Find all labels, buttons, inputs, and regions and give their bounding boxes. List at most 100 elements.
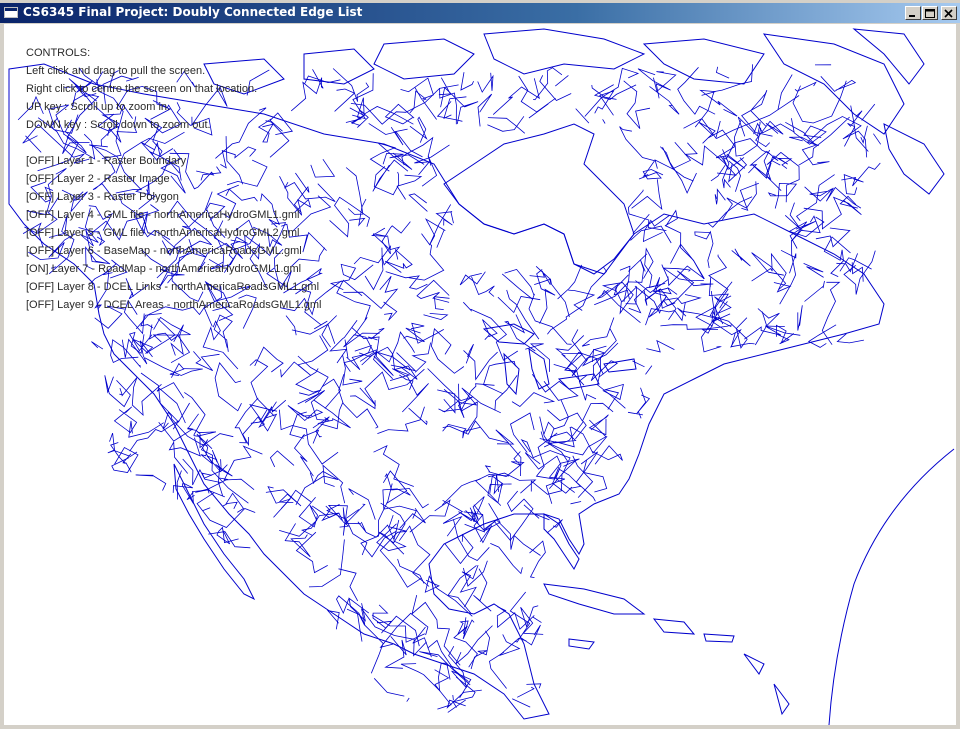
network-segment — [773, 155, 793, 169]
network-segment — [321, 378, 341, 409]
network-segment — [533, 67, 563, 101]
network-segment — [401, 136, 434, 166]
network-segment — [223, 445, 263, 491]
network-segment — [568, 289, 596, 311]
network-segment — [800, 215, 821, 234]
network-segment — [645, 365, 653, 375]
network-segment — [170, 324, 184, 356]
minimize-button[interactable] — [905, 6, 921, 20]
network-segment — [334, 88, 356, 112]
network-segment — [483, 360, 516, 395]
network-segment — [135, 474, 167, 491]
network-segment — [267, 486, 292, 509]
network-segment — [128, 420, 164, 438]
layer-toggle-1: [OFF] Layer 1 - Raster Boundary — [26, 155, 187, 167]
network-segment — [803, 263, 824, 278]
network-segment — [494, 375, 518, 411]
network-segment — [295, 368, 322, 396]
network-segment — [654, 141, 692, 170]
network-segment — [273, 489, 312, 518]
network-segment — [636, 387, 651, 415]
maximize-button[interactable] — [922, 6, 938, 20]
network-segment — [512, 698, 531, 708]
network-segment — [421, 218, 446, 248]
network-segment — [368, 123, 423, 158]
maximize-icon — [925, 9, 935, 18]
network-segment — [517, 686, 535, 698]
network-segment — [660, 324, 733, 330]
network-segment — [460, 72, 474, 91]
network-segment — [510, 412, 535, 453]
network-segment — [389, 368, 429, 413]
network-segment — [529, 266, 551, 285]
app-icon[interactable] — [4, 7, 18, 18]
network-segment — [653, 71, 677, 93]
network-segment — [523, 504, 550, 521]
network-segment — [511, 392, 556, 408]
network-segment — [784, 202, 801, 230]
network-segment — [152, 316, 191, 343]
network-segment — [581, 317, 615, 347]
network-segment — [353, 245, 401, 266]
instruction-line: UP key : Scroll up to zoom in. — [26, 101, 171, 113]
network-segment — [322, 464, 346, 504]
map-canvas[interactable]: CONTROLS: Left click and drag to pull th… — [4, 24, 956, 725]
instruction-line: Right click to centre the screen on that… — [26, 83, 258, 95]
network-segment — [524, 452, 575, 493]
network-segment — [635, 264, 669, 294]
close-button[interactable] — [941, 6, 957, 20]
network-segment — [534, 278, 570, 318]
network-segment — [518, 75, 556, 113]
network-segment — [202, 320, 239, 370]
network-segment — [662, 147, 694, 182]
network-segment — [213, 314, 233, 352]
network-segment — [384, 636, 407, 669]
network-segment — [504, 268, 535, 296]
network-segment — [860, 125, 868, 144]
network-segment — [447, 699, 466, 713]
network-segment — [370, 227, 389, 249]
network-segment — [861, 103, 876, 121]
title-bar[interactable]: CS6345 Final Project: Doubly Connected E… — [0, 3, 960, 23]
network-segment — [737, 116, 761, 137]
network-segment — [532, 616, 542, 623]
network-segment — [638, 169, 664, 180]
network-segment — [187, 413, 234, 449]
network-segment — [457, 619, 475, 640]
network-segment — [841, 115, 868, 158]
layer-toggle-7: [ON] Layer 7 - RoadMap - northAmericaHyd… — [26, 263, 302, 275]
network-segment — [338, 568, 359, 602]
network-segment — [349, 395, 376, 410]
network-segment — [484, 465, 491, 473]
network-segment — [716, 346, 720, 348]
network-segment — [627, 411, 643, 416]
network-segment — [716, 95, 800, 139]
network-segment — [602, 119, 606, 124]
network-segment — [297, 355, 329, 405]
network-segment — [483, 503, 501, 532]
network-segment — [477, 72, 494, 93]
network-segment — [113, 406, 138, 434]
network-segment — [501, 273, 534, 300]
network-segment — [545, 458, 580, 504]
network-segment — [570, 501, 582, 505]
network-segment — [140, 372, 190, 423]
network-segment — [623, 80, 651, 129]
network-segment — [789, 221, 816, 249]
network-segment — [342, 355, 363, 386]
network-segment — [280, 335, 329, 378]
network-segment — [408, 193, 428, 212]
network-segment — [430, 327, 465, 374]
graticule-arc — [828, 448, 955, 725]
network-segment — [254, 346, 284, 373]
network-segment — [458, 383, 501, 414]
network-segment — [440, 86, 479, 125]
network-segment — [269, 450, 295, 468]
network-segment — [741, 90, 773, 137]
network-segment — [744, 311, 782, 340]
network-segment — [373, 166, 400, 196]
network-segment — [295, 470, 339, 506]
network-segment — [798, 116, 850, 166]
network-segment — [242, 413, 278, 447]
